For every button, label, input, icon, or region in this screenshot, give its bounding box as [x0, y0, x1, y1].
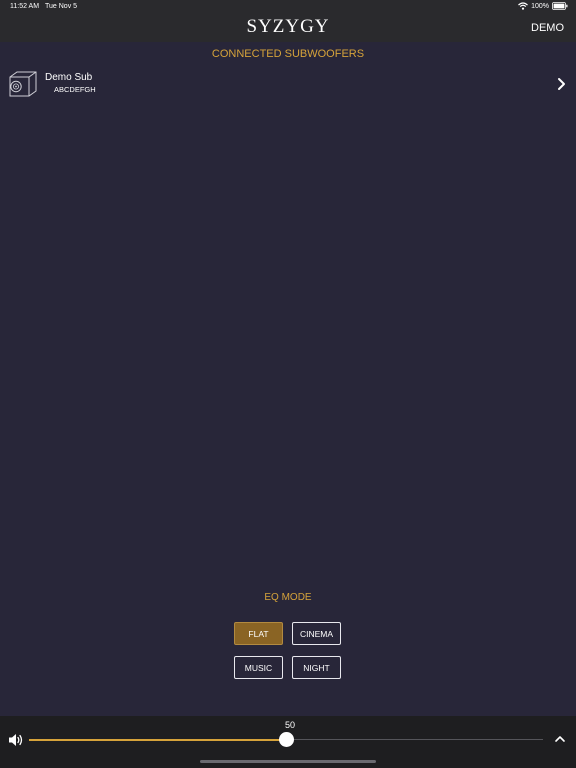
- battery-percent: 100%: [531, 2, 549, 10]
- volume-slider-fill: [29, 738, 286, 741]
- eq-music-button[interactable]: MUSIC: [234, 656, 283, 679]
- eq-flat-button[interactable]: FLAT: [234, 622, 283, 645]
- demo-button[interactable]: DEMO: [531, 22, 564, 34]
- volume-value: 50: [284, 720, 295, 730]
- subwoofer-name: Demo Sub: [45, 72, 93, 83]
- subwoofer-list-item[interactable]: Demo Sub ABCDEFGH: [0, 64, 576, 104]
- eq-mode-title: EQ MODE: [264, 592, 312, 603]
- battery-icon: [552, 2, 568, 10]
- subwoofer-icon: [8, 69, 38, 99]
- home-indicator: [200, 760, 376, 763]
- volume-icon[interactable]: [8, 733, 24, 747]
- wifi-icon: [518, 2, 528, 10]
- eq-night-button[interactable]: NIGHT: [292, 656, 341, 679]
- top-bar: 11:52 AM Tue Nov 5 100% SYZYGY DEMO: [0, 0, 576, 42]
- volume-bar: 50: [0, 716, 576, 768]
- chevron-right-icon[interactable]: [557, 77, 566, 91]
- chevron-up-icon[interactable]: [554, 735, 566, 743]
- subwoofer-serial: ABCDEFGH: [54, 85, 96, 94]
- app-logo-title: SYZYGY: [246, 16, 330, 37]
- status-date: Tue Nov 5: [45, 3, 78, 10]
- volume-slider-thumb[interactable]: [278, 732, 294, 747]
- eq-cinema-button[interactable]: CINEMA: [292, 622, 341, 645]
- volume-slider[interactable]: [29, 732, 543, 747]
- status-indicators: 100%: [518, 2, 568, 10]
- connected-subwoofers-header: CONNECTED SUBWOOFERS: [211, 48, 365, 60]
- status-time: 11:52 AM: [10, 3, 40, 10]
